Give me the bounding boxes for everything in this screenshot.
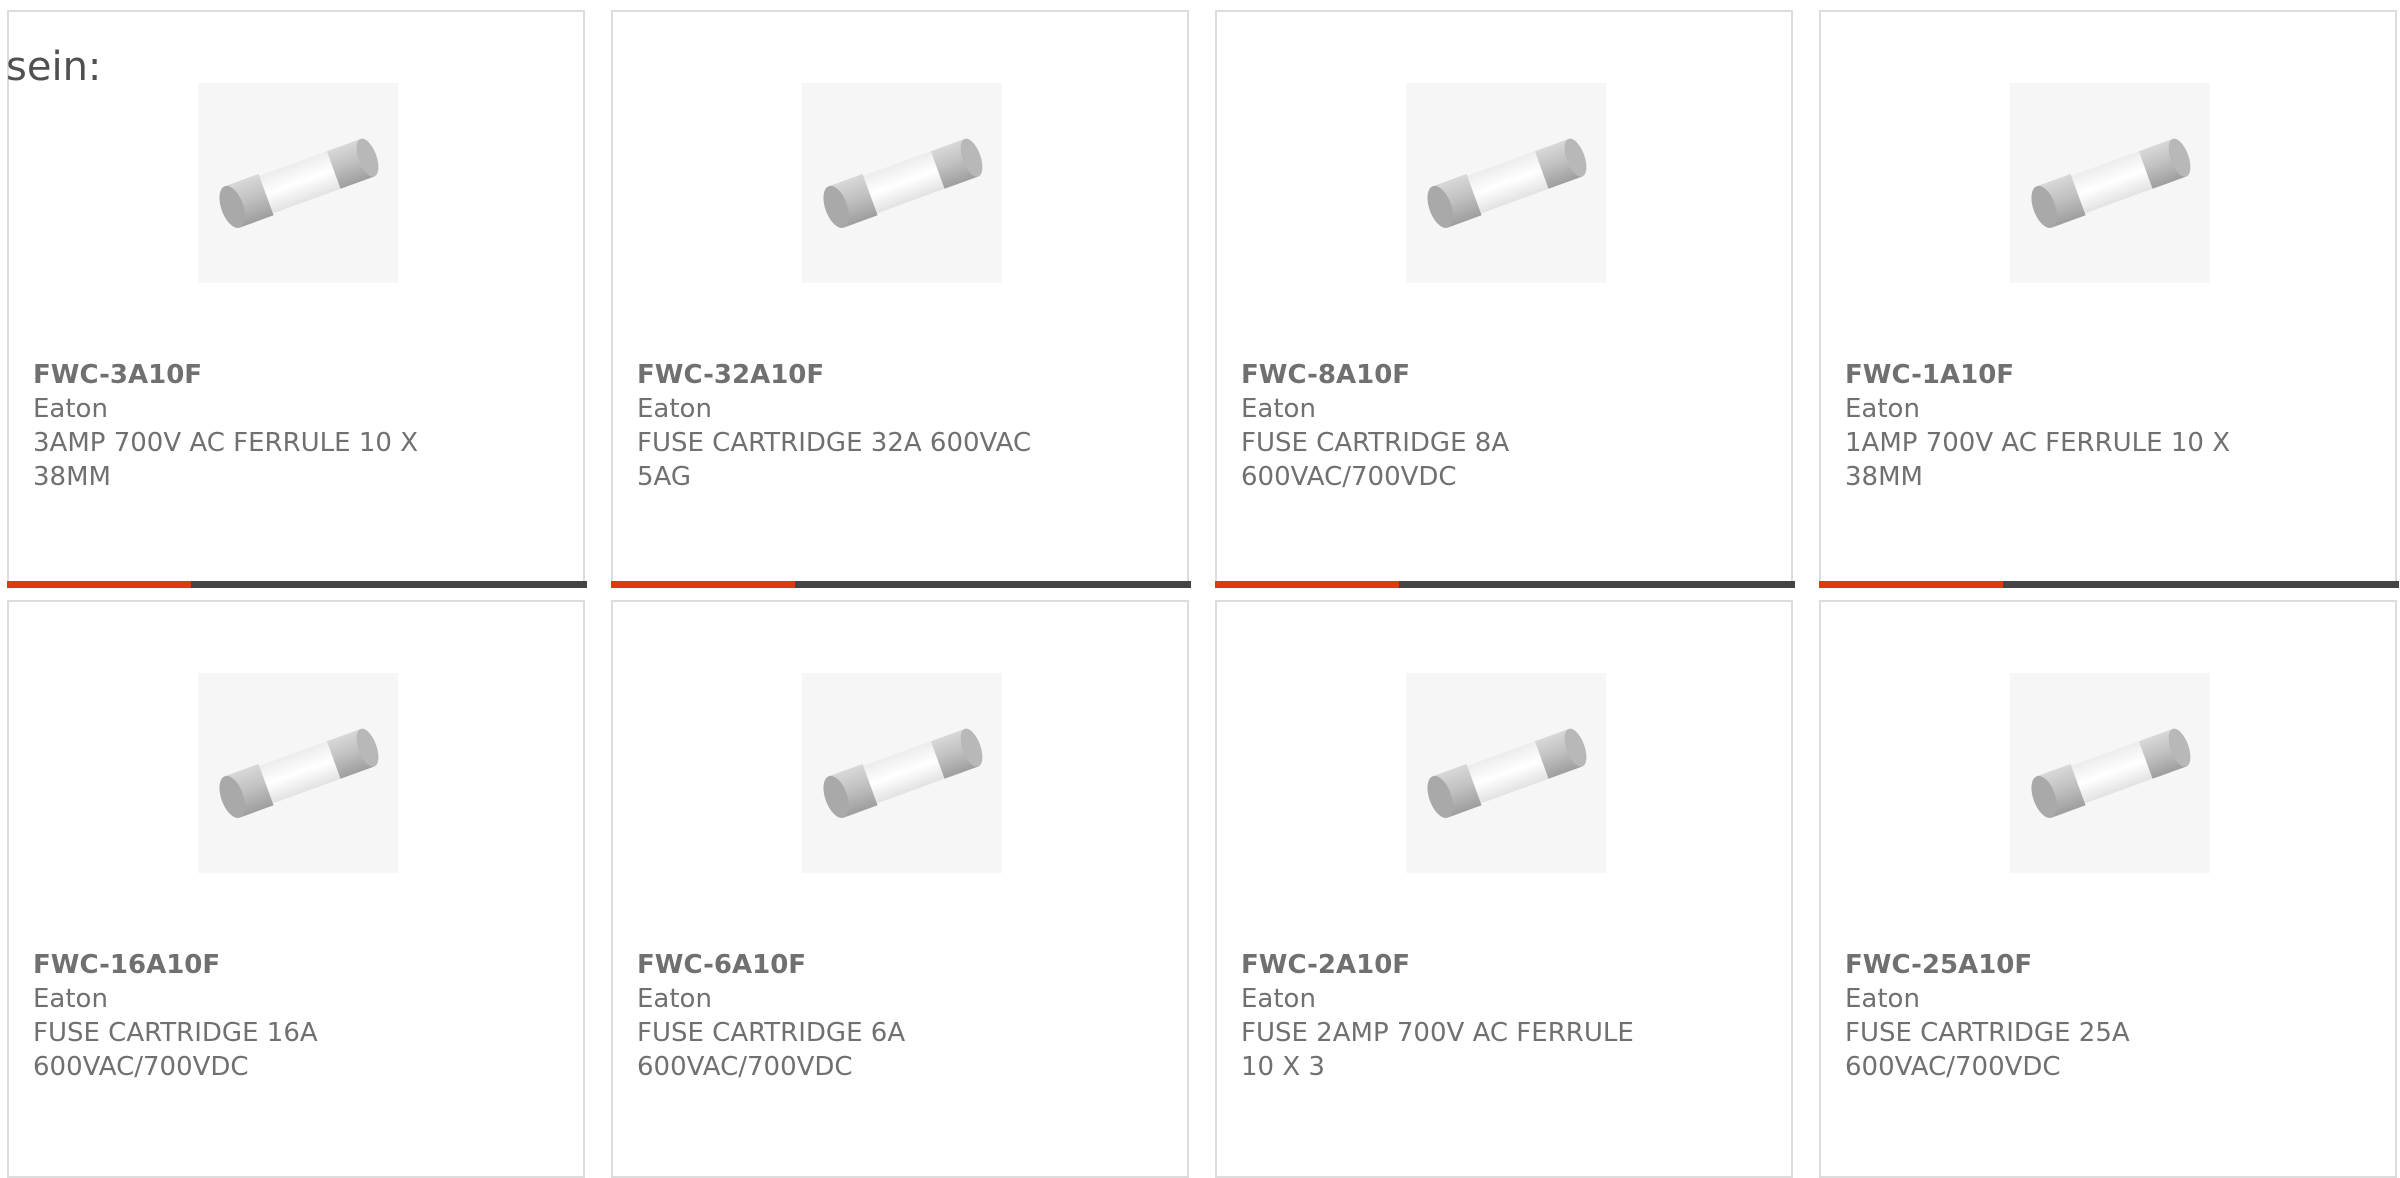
card-bottom-bar [611, 581, 1191, 588]
product-manufacturer: Eaton [1845, 984, 1920, 1014]
product-part-number: FWC-1A10F [1845, 360, 2015, 390]
product-card[interactable]: FWC-6A10F Eaton FUSE CARTRIDGE 6A 600VAC… [611, 600, 1189, 1178]
product-part-number: FWC-6A10F [637, 950, 807, 980]
product-part-number: FWC-8A10F [1241, 360, 1411, 390]
product-part-number: FWC-25A10F [1845, 950, 2033, 980]
fuse-icon [1406, 83, 1606, 283]
product-description: FUSE CARTRIDGE 25A 600VAC/700VDC [1845, 1018, 2130, 1082]
product-card[interactable]: FWC-8A10F Eaton FUSE CARTRIDGE 8A 600VAC… [1215, 10, 1795, 588]
product-manufacturer: Eaton [1845, 394, 1920, 424]
product-manufacturer: Eaton [33, 394, 108, 424]
product-part-number: FWC-3A10F [33, 360, 203, 390]
product-description: FUSE CARTRIDGE 32A 600VAC 5AG [637, 428, 1032, 492]
product-info: FWC-16A10F Eaton FUSE CARTRIDGE 16A 600V… [33, 948, 443, 1084]
card-accent-bar [7, 581, 191, 588]
product-description: 1AMP 700V AC FERRULE 10 X 38MM [1845, 428, 2231, 492]
product-info: FWC-2A10F Eaton FUSE 2AMP 700V AC FERRUL… [1241, 948, 1651, 1084]
product-description: FUSE CARTRIDGE 16A 600VAC/700VDC [33, 1018, 318, 1082]
product-info: FWC-1A10F Eaton 1AMP 700V AC FERRULE 10 … [1845, 358, 2255, 494]
product-description: FUSE CARTRIDGE 8A 600VAC/700VDC [1241, 428, 1510, 492]
product-info: FWC-3A10F Eaton 3AMP 700V AC FERRULE 10 … [33, 358, 443, 494]
fuse-icon [2010, 673, 2210, 873]
product-card[interactable]: FWC-2A10F Eaton FUSE 2AMP 700V AC FERRUL… [1215, 600, 1793, 1178]
product-description: FUSE 2AMP 700V AC FERRULE 10 X 3 [1241, 1018, 1634, 1082]
section-heading: sein: [6, 44, 102, 90]
product-info: FWC-25A10F Eaton FUSE CARTRIDGE 25A 600V… [1845, 948, 2255, 1084]
product-card[interactable]: FWC-25A10F Eaton FUSE CARTRIDGE 25A 600V… [1819, 600, 2397, 1178]
card-bottom-bar [7, 581, 587, 588]
product-manufacturer: Eaton [33, 984, 108, 1014]
product-manufacturer: Eaton [637, 394, 712, 424]
product-info: FWC-32A10F Eaton FUSE CARTRIDGE 32A 600V… [637, 358, 1047, 494]
product-grid: FWC-3A10F Eaton 3AMP 700V AC FERRULE 10 … [0, 0, 2400, 1178]
fuse-icon [802, 673, 1002, 873]
product-card[interactable]: FWC-32A10F Eaton FUSE CARTRIDGE 32A 600V… [611, 10, 1191, 588]
product-description: 3AMP 700V AC FERRULE 10 X 38MM [33, 428, 419, 492]
product-part-number: FWC-32A10F [637, 360, 825, 390]
product-manufacturer: Eaton [1241, 394, 1316, 424]
card-accent-bar [1819, 581, 2003, 588]
product-manufacturer: Eaton [1241, 984, 1316, 1014]
fuse-icon [198, 673, 398, 873]
product-card[interactable]: FWC-1A10F Eaton 1AMP 700V AC FERRULE 10 … [1819, 10, 2399, 588]
fuse-icon [802, 83, 1002, 283]
product-manufacturer: Eaton [637, 984, 712, 1014]
fuse-icon [198, 83, 398, 283]
product-card[interactable]: FWC-3A10F Eaton 3AMP 700V AC FERRULE 10 … [7, 10, 587, 588]
product-description: FUSE CARTRIDGE 6A 600VAC/700VDC [637, 1018, 906, 1082]
product-info: FWC-6A10F Eaton FUSE CARTRIDGE 6A 600VAC… [637, 948, 1047, 1084]
card-bottom-bar [1819, 581, 2399, 588]
product-info: FWC-8A10F Eaton FUSE CARTRIDGE 8A 600VAC… [1241, 358, 1651, 494]
card-accent-bar [611, 581, 795, 588]
fuse-icon [2010, 83, 2210, 283]
card-bottom-bar [1215, 581, 1795, 588]
fuse-icon [1406, 673, 1606, 873]
card-accent-bar [1215, 581, 1399, 588]
product-part-number: FWC-2A10F [1241, 950, 1411, 980]
product-card[interactable]: FWC-16A10F Eaton FUSE CARTRIDGE 16A 600V… [7, 600, 585, 1178]
product-part-number: FWC-16A10F [33, 950, 221, 980]
